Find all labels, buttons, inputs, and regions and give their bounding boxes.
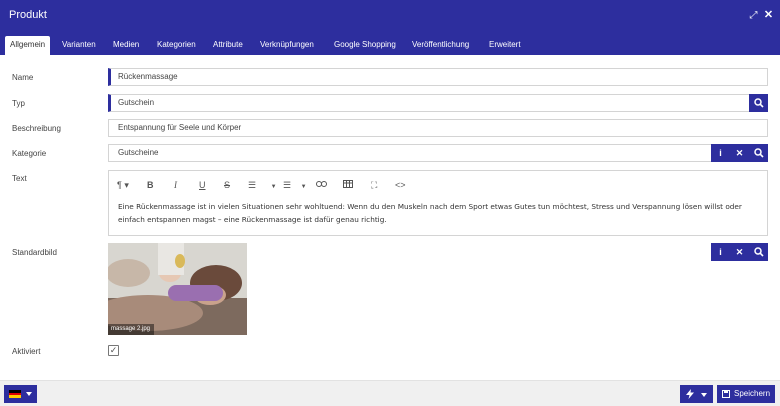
- save-label: Speichern: [734, 389, 771, 398]
- link-icon[interactable]: [316, 180, 327, 190]
- rich-text-editor[interactable]: ¶ ▾ B I U S ☰ ▼ ☰ ▼ ⛶ <> Eine Rückenmass…: [108, 170, 768, 236]
- kategorie-field[interactable]: Gutscheine: [108, 144, 712, 162]
- search-icon: [753, 98, 764, 108]
- save-button[interactable]: Speichern: [717, 385, 775, 403]
- image-remove-button[interactable]: ✕: [730, 243, 749, 261]
- typ-search-button[interactable]: [749, 94, 768, 112]
- table-icon[interactable]: [343, 180, 353, 190]
- italic-icon[interactable]: I: [174, 180, 177, 190]
- editor-toolbar: ¶ ▾ B I U S ☰ ▼ ☰ ▼ ⛶ <>: [109, 171, 767, 199]
- tab-verknuepfungen[interactable]: Verknüpfungen: [255, 36, 319, 55]
- image-info-button[interactable]: i: [711, 243, 730, 261]
- code-icon[interactable]: <>: [395, 180, 406, 190]
- text-label: Text: [12, 174, 27, 183]
- tab-varianten[interactable]: Varianten: [57, 36, 101, 55]
- standardbild-label: Standardbild: [12, 248, 57, 257]
- footer-bar: Speichern: [0, 380, 780, 406]
- lightning-icon: [686, 389, 694, 399]
- name-field[interactable]: Rückenmassage: [108, 68, 768, 86]
- strikethrough-icon[interactable]: S: [224, 180, 230, 190]
- kategorie-label: Kategorie: [12, 149, 47, 158]
- tab-attribute[interactable]: Attribute: [208, 36, 248, 55]
- ordered-list-icon[interactable]: ☰ ▼: [248, 180, 277, 192]
- expand-icon[interactable]: ⤢: [748, 10, 759, 21]
- chevron-down-icon: [701, 393, 707, 397]
- tab-kategorien[interactable]: Kategorien: [152, 36, 201, 55]
- window-titlebar: Produkt ⤢ ✕: [0, 0, 780, 33]
- underline-icon[interactable]: U: [199, 180, 206, 190]
- close-icon: ✕: [735, 247, 744, 257]
- chevron-down-icon: [26, 392, 32, 396]
- beschreibung-label: Beschreibung: [12, 124, 61, 133]
- aktiviert-checkbox[interactable]: ✓: [108, 345, 119, 356]
- info-icon: i: [719, 148, 722, 158]
- kategorie-clear-button[interactable]: ✕: [730, 144, 749, 162]
- unordered-list-icon[interactable]: ☰ ▼: [283, 180, 307, 192]
- product-image[interactable]: massage 2.jpg: [108, 243, 247, 335]
- kategorie-search-button[interactable]: [749, 144, 768, 162]
- close-icon[interactable]: ✕: [763, 10, 774, 21]
- paragraph-icon[interactable]: ¶ ▾: [117, 180, 129, 190]
- bold-icon[interactable]: B: [147, 180, 154, 190]
- beschreibung-field[interactable]: Entspannung für Seele und Körper: [108, 119, 768, 137]
- search-icon: [753, 247, 764, 257]
- typ-label: Typ: [12, 99, 25, 108]
- flag-de-icon: [9, 390, 21, 399]
- typ-field[interactable]: Gutschein: [108, 94, 750, 112]
- window-title: Produkt: [9, 9, 47, 21]
- search-icon: [753, 148, 764, 158]
- aktiviert-label: Aktiviert: [12, 347, 41, 356]
- tab-google-shopping[interactable]: Google Shopping: [329, 36, 401, 55]
- language-select-button[interactable]: [4, 385, 37, 403]
- tab-bar: Allgemein Varianten Medien Kategorien At…: [0, 33, 780, 55]
- fullscreen-icon[interactable]: ⛶: [371, 180, 377, 190]
- image-filename: massage 2.jpg: [108, 324, 154, 335]
- info-icon: i: [719, 247, 722, 257]
- tab-medien[interactable]: Medien: [108, 36, 144, 55]
- tab-veroeffentlichung[interactable]: Veröffentlichung: [407, 36, 474, 55]
- image-search-button[interactable]: [749, 243, 768, 261]
- name-label: Name: [12, 73, 34, 82]
- tab-allgemein[interactable]: Allgemein: [5, 36, 51, 55]
- save-icon: [722, 390, 730, 398]
- close-icon: ✕: [735, 148, 744, 158]
- editor-content[interactable]: Eine Rückenmassage ist in vielen Situati…: [118, 200, 758, 226]
- action-button[interactable]: [680, 385, 713, 403]
- tab-erweitert[interactable]: Erweitert: [484, 36, 526, 55]
- kategorie-info-button[interactable]: i: [711, 144, 730, 162]
